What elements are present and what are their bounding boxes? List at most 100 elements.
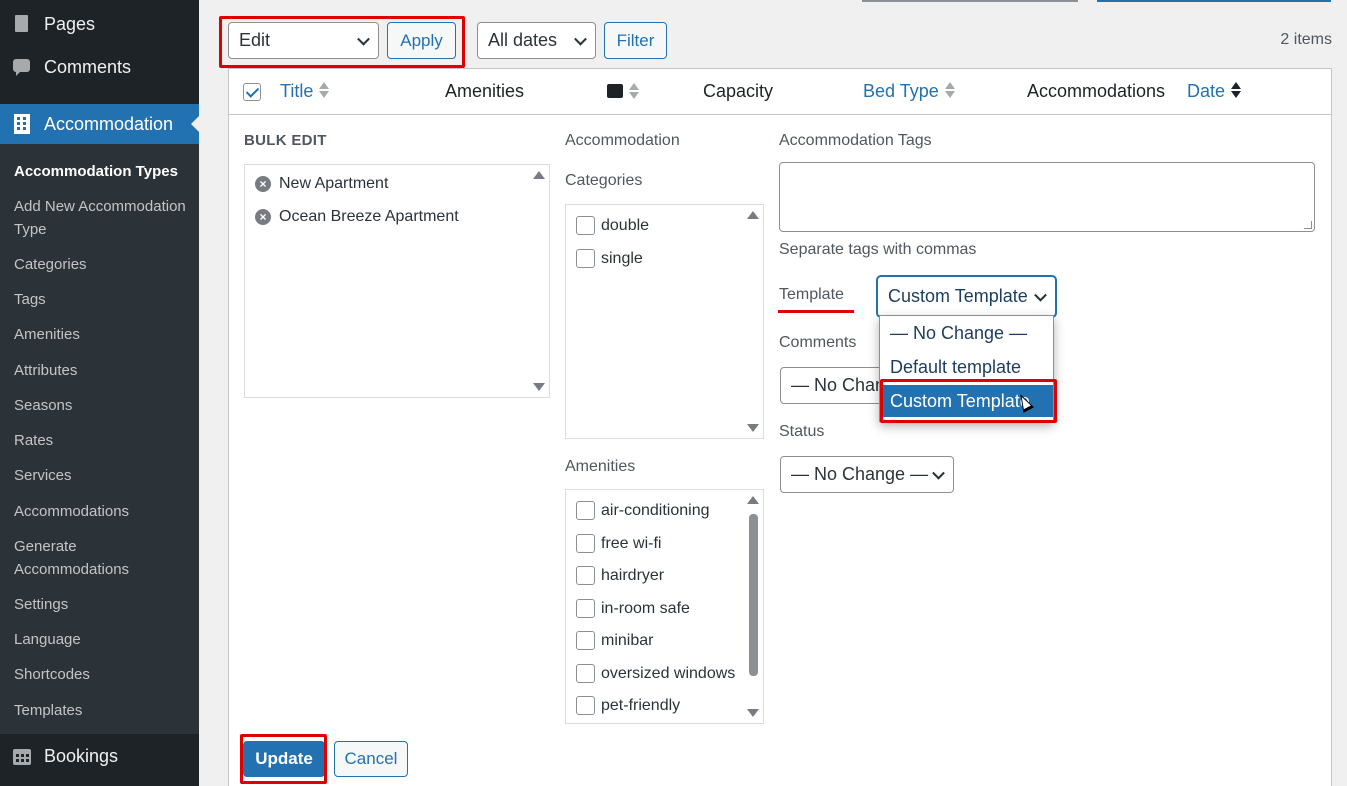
amenity-checkbox[interactable] bbox=[576, 696, 595, 715]
column-date[interactable]: Date bbox=[1187, 81, 1242, 102]
post-title: New Apartment bbox=[279, 175, 389, 192]
select-all-checkbox[interactable] bbox=[243, 83, 261, 101]
scroll-up-arrow[interactable] bbox=[533, 171, 545, 179]
bulk-posts-list[interactable]: × New Apartment × Ocean Breeze Apartment bbox=[244, 164, 550, 398]
tags-label: Accommodation Tags bbox=[779, 132, 932, 149]
category-label: single bbox=[601, 249, 643, 267]
status-select-value: — No Change — bbox=[791, 464, 929, 484]
accommodation-label: Accommodation bbox=[565, 132, 680, 149]
scroll-down-arrow[interactable] bbox=[747, 424, 759, 432]
dates-filter-select[interactable]: All dates bbox=[477, 22, 596, 59]
column-capacity: Capacity bbox=[703, 81, 774, 101]
top-edge-field bbox=[862, 0, 1078, 2]
scroll-down-arrow[interactable] bbox=[533, 383, 545, 391]
category-checkbox[interactable] bbox=[576, 249, 595, 268]
scroll-up-arrow[interactable] bbox=[747, 211, 759, 219]
bulk-edit-heading: BULK EDIT bbox=[244, 132, 327, 149]
scroll-up-arrow[interactable] bbox=[747, 496, 759, 504]
resize-handle-icon[interactable] bbox=[1304, 221, 1312, 229]
status-select[interactable]: — No Change — bbox=[780, 456, 954, 493]
template-option-no-change[interactable]: — No Change — bbox=[880, 317, 1053, 349]
amenities-label: Amenities bbox=[565, 458, 636, 475]
scrollbar-thumb[interactable] bbox=[749, 514, 758, 676]
category-label: double bbox=[601, 216, 650, 234]
cancel-button[interactable]: Cancel bbox=[334, 741, 408, 777]
amenity-item[interactable]: pet-friendly bbox=[576, 696, 680, 715]
menu-comments[interactable]: Comments bbox=[0, 49, 199, 85]
submenu-generate-accommodations[interactable]: Generate Accommodations bbox=[14, 535, 164, 581]
menu-pages-label: Pages bbox=[44, 13, 96, 34]
top-edge-button bbox=[1097, 0, 1331, 2]
remove-icon[interactable]: × bbox=[255, 176, 271, 192]
items-count: 2 items bbox=[1280, 31, 1332, 48]
chevron-down-icon bbox=[932, 466, 945, 480]
submenu-attributes[interactable]: Attributes bbox=[14, 359, 194, 382]
amenity-label: minibar bbox=[601, 631, 654, 649]
category-item[interactable]: double bbox=[576, 216, 649, 235]
submenu-accommodations[interactable]: Accommodations bbox=[14, 500, 194, 523]
column-title-label: Title bbox=[280, 81, 314, 101]
sort-icon bbox=[629, 82, 639, 100]
admin-sidebar: Pages Comments Accommodation Accommodati… bbox=[0, 0, 199, 786]
amenity-item[interactable]: free wi-fi bbox=[576, 534, 661, 553]
submenu-language[interactable]: Language bbox=[14, 628, 194, 651]
category-item[interactable]: single bbox=[576, 249, 643, 268]
submenu-shortcodes[interactable]: Shortcodes bbox=[14, 663, 194, 686]
submenu-settings[interactable]: Settings bbox=[14, 593, 194, 616]
menu-bookings[interactable]: Bookings bbox=[0, 738, 199, 774]
amenity-checkbox[interactable] bbox=[576, 631, 595, 650]
amenity-checkbox[interactable] bbox=[576, 534, 595, 553]
column-bed-type-label: Bed Type bbox=[863, 81, 939, 101]
amenity-checkbox[interactable] bbox=[576, 501, 595, 520]
submenu-tags[interactable]: Tags bbox=[14, 288, 194, 311]
sort-icon bbox=[944, 81, 955, 99]
submenu-services[interactable]: Services bbox=[14, 464, 194, 487]
amenity-checkbox[interactable] bbox=[576, 566, 595, 585]
comments-label: Comments bbox=[779, 334, 857, 351]
amenities-checklist[interactable]: air-conditioning free wi-fi hairdryer in… bbox=[565, 489, 764, 724]
amenity-checkbox[interactable] bbox=[576, 599, 595, 618]
column-comments[interactable] bbox=[607, 82, 639, 103]
submenu-amenities[interactable]: Amenities bbox=[14, 323, 194, 346]
column-bed-type[interactable]: Bed Type bbox=[863, 81, 955, 102]
status-label: Status bbox=[779, 423, 825, 440]
amenity-item[interactable]: minibar bbox=[576, 631, 653, 650]
menu-pages[interactable]: Pages bbox=[0, 6, 199, 42]
accommodation-submenu: Accommodation Types Add New Accommodatio… bbox=[0, 144, 199, 734]
amenity-item[interactable]: oversized windows bbox=[576, 664, 735, 683]
amenity-checkbox[interactable] bbox=[576, 664, 595, 683]
amenity-label: oversized windows bbox=[601, 664, 736, 682]
amenity-label: hairdryer bbox=[601, 566, 665, 584]
column-title[interactable]: Title bbox=[280, 81, 330, 102]
template-label: Template bbox=[779, 286, 844, 303]
post-title: Ocean Breeze Apartment bbox=[279, 208, 459, 225]
submenu-accommodation-types[interactable]: Accommodation Types bbox=[14, 160, 194, 183]
tags-textarea[interactable] bbox=[779, 162, 1315, 232]
submenu-categories[interactable]: Categories bbox=[14, 253, 194, 276]
menu-accommodation[interactable]: Accommodation bbox=[0, 104, 199, 144]
filter-button[interactable]: Filter bbox=[604, 22, 667, 59]
amenity-item[interactable]: air-conditioning bbox=[576, 501, 710, 520]
amenity-item[interactable]: in-room safe bbox=[576, 599, 690, 618]
chevron-down-icon bbox=[1034, 288, 1047, 302]
submenu-rates[interactable]: Rates bbox=[14, 429, 194, 452]
sort-desc-icon bbox=[1231, 81, 1242, 99]
menu-comments-label: Comments bbox=[44, 56, 132, 77]
highlight-box-update bbox=[240, 734, 327, 784]
template-select[interactable]: Custom Template bbox=[877, 276, 1056, 317]
column-amenities: Amenities bbox=[445, 81, 525, 101]
sort-icon bbox=[319, 81, 330, 99]
list-item: × Ocean Breeze Apartment bbox=[255, 208, 459, 226]
amenity-item[interactable]: hairdryer bbox=[576, 566, 664, 585]
categories-checklist[interactable]: double single bbox=[565, 204, 764, 439]
template-select-value: Custom Template bbox=[888, 286, 1028, 306]
menu-bookings-label: Bookings bbox=[44, 745, 119, 766]
amenity-label: in-room safe bbox=[601, 599, 690, 617]
submenu-seasons[interactable]: Seasons bbox=[14, 394, 194, 417]
calendar-icon bbox=[12, 746, 32, 766]
remove-icon[interactable]: × bbox=[255, 209, 271, 225]
submenu-add-new-accommodation-type[interactable]: Add New Accommodation Type bbox=[14, 195, 194, 241]
submenu-templates[interactable]: Templates bbox=[14, 699, 194, 722]
scroll-down-arrow[interactable] bbox=[747, 709, 759, 717]
category-checkbox[interactable] bbox=[576, 216, 595, 235]
